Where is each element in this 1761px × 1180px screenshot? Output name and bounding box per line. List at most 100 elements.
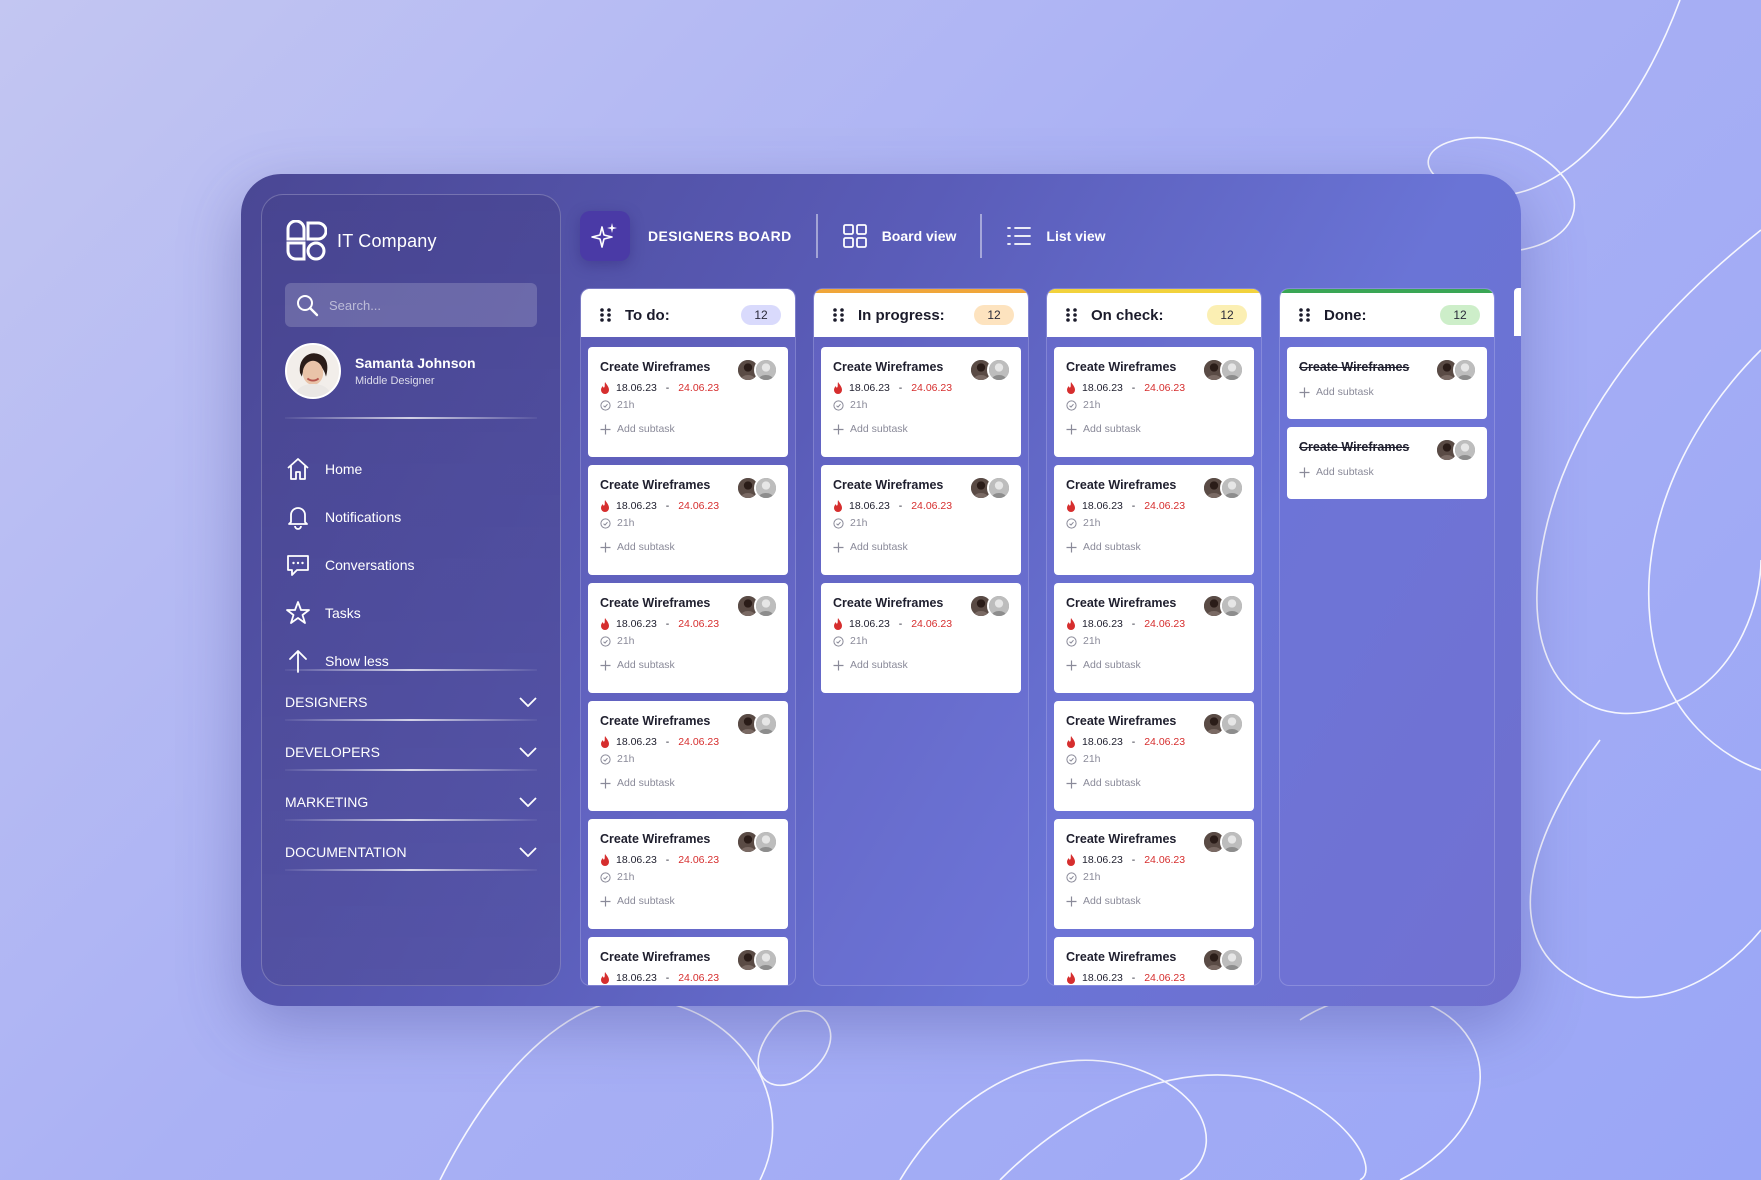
column-header[interactable]: On check: 12 <box>1047 289 1261 337</box>
add-subtask-button[interactable]: Add subtask <box>600 895 776 907</box>
task-card[interactable]: Create Wireframes18.06.23 - 24.06.2321hA… <box>1054 937 1254 985</box>
assignee-avatar[interactable] <box>1453 358 1477 382</box>
avatar[interactable] <box>285 343 341 399</box>
assignee-avatar[interactable] <box>754 594 778 618</box>
assignees[interactable] <box>1202 830 1244 854</box>
assignees[interactable] <box>969 476 1011 500</box>
drag-handle-icon[interactable] <box>832 307 846 323</box>
assignees[interactable] <box>736 594 778 618</box>
assignees[interactable] <box>1202 712 1244 736</box>
task-card[interactable]: Create Wireframes18.06.23 - 24.06.2321hA… <box>1054 819 1254 929</box>
assignee-avatar[interactable] <box>1220 594 1244 618</box>
task-card[interactable]: Create Wireframes18.06.23 - 24.06.2321hA… <box>821 465 1021 575</box>
assignee-avatar[interactable] <box>754 358 778 382</box>
assignee-avatar[interactable] <box>754 830 778 854</box>
assignees[interactable] <box>1202 476 1244 500</box>
task-card[interactable]: Create Wireframes18.06.23 - 24.06.2321hA… <box>588 819 788 929</box>
assignees[interactable] <box>1202 358 1244 382</box>
task-card[interactable]: Create Wireframes18.06.23 - 24.06.2321hA… <box>588 465 788 575</box>
assignees[interactable] <box>969 358 1011 382</box>
sidebar-item-tasks[interactable]: Tasks <box>285 589 415 637</box>
column-header[interactable]: Done: 12 <box>1280 289 1494 337</box>
assignee-avatar[interactable] <box>987 594 1011 618</box>
assignee-avatar[interactable] <box>1220 830 1244 854</box>
assignees[interactable] <box>1202 948 1244 972</box>
add-subtask-button[interactable]: Add subtask <box>833 659 1009 671</box>
task-card[interactable]: Create Wireframes Add subtask <box>1287 427 1487 499</box>
assignee-avatar[interactable] <box>1220 476 1244 500</box>
sidebar-item-home[interactable]: Home <box>285 445 415 493</box>
task-dates: 18.06.23 - 24.06.23 <box>1066 972 1242 984</box>
assignees[interactable] <box>1202 594 1244 618</box>
sidebar-item-notifications[interactable]: Notifications <box>285 493 415 541</box>
user-avatar-icon <box>287 345 339 397</box>
assignee-avatar[interactable] <box>754 476 778 500</box>
assignee-avatar[interactable] <box>1220 948 1244 972</box>
assignees[interactable] <box>736 830 778 854</box>
assignees[interactable] <box>736 358 778 382</box>
magic-button[interactable] <box>580 211 630 261</box>
column-1: In progress: 12 Create Wireframes 18.06.23 … <box>813 288 1029 986</box>
list-view-button[interactable]: List view <box>1006 223 1106 249</box>
task-dates: 18.06.23 - 24.06.23 <box>1066 382 1242 394</box>
assignee-avatar[interactable] <box>987 476 1011 500</box>
brand[interactable]: IT Company <box>285 219 437 263</box>
add-subtask-button[interactable]: Add subtask <box>1066 541 1242 553</box>
task-card[interactable]: Create Wireframes18.06.23 - 24.06.2321hA… <box>1054 465 1254 575</box>
assignee-avatar[interactable] <box>754 948 778 972</box>
start-date: 18.06.23 <box>849 382 890 394</box>
search-box[interactable] <box>285 283 537 327</box>
task-card[interactable]: Create Wireframes18.06.23 - 24.06.2321hA… <box>588 347 788 457</box>
assignees[interactable] <box>1435 438 1477 462</box>
task-card[interactable]: Create Wireframes18.06.23 - 24.06.2321hA… <box>1054 347 1254 457</box>
column-header[interactable]: To do: 12 <box>581 289 795 337</box>
add-subtask-button[interactable]: Add subtask <box>1066 777 1242 789</box>
add-subtask-button[interactable]: Add subtask <box>833 541 1009 553</box>
drag-handle-icon[interactable] <box>1065 307 1079 323</box>
task-card[interactable]: Create Wireframes18.06.23 - 24.06.2321hA… <box>1054 583 1254 693</box>
brand-name: IT Company <box>337 230 437 251</box>
user-role: Middle Designer <box>355 375 435 387</box>
task-card[interactable]: Create Wireframes18.06.23 - 24.06.2321hA… <box>821 583 1021 693</box>
add-subtask-button[interactable]: Add subtask <box>1066 895 1242 907</box>
task-card[interactable]: Create Wireframes18.06.23 - 24.06.2321hA… <box>588 583 788 693</box>
add-subtask-button[interactable]: Add subtask <box>600 541 776 553</box>
assignees[interactable] <box>736 948 778 972</box>
plus-icon <box>600 542 611 552</box>
add-subtask-button[interactable]: Add subtask <box>600 423 776 435</box>
assignees[interactable] <box>736 476 778 500</box>
date-separator: - <box>662 618 673 630</box>
assignees[interactable] <box>1435 358 1477 382</box>
user-profile[interactable]: Samanta Johnson Middle Designer <box>285 343 476 399</box>
add-subtask-button[interactable]: Add subtask <box>600 777 776 789</box>
add-subtask-button[interactable]: Add subtask <box>1299 466 1475 478</box>
assignees[interactable] <box>736 712 778 736</box>
add-subtask-button[interactable]: Add subtask <box>600 659 776 671</box>
assignees[interactable] <box>969 594 1011 618</box>
clock-icon <box>1066 517 1077 529</box>
task-card[interactable]: Create Wireframes18.06.23 - 24.06.2321hA… <box>588 701 788 811</box>
assignee-avatar[interactable] <box>987 358 1011 382</box>
start-date: 18.06.23 <box>1082 854 1123 866</box>
count-badge: 12 <box>974 305 1014 325</box>
add-subtask-button[interactable]: Add subtask <box>833 423 1009 435</box>
task-card[interactable]: Create Wireframes18.06.23 - 24.06.2321hA… <box>821 347 1021 457</box>
assignee-avatar[interactable] <box>1453 438 1477 462</box>
add-subtask-button[interactable]: Add subtask <box>1066 659 1242 671</box>
task-time: 21h <box>600 517 776 529</box>
task-card[interactable]: Create Wireframes18.06.23 - 24.06.2321hA… <box>588 937 788 985</box>
task-card[interactable]: Create Wireframes Add subtask <box>1287 347 1487 419</box>
add-subtask-button[interactable]: Add subtask <box>1066 423 1242 435</box>
drag-handle-icon[interactable] <box>599 307 613 323</box>
column-header[interactable]: In progress: 12 <box>814 289 1028 337</box>
task-time: 21h <box>833 399 1009 411</box>
add-subtask-button[interactable]: Add subtask <box>1299 386 1475 398</box>
assignee-avatar[interactable] <box>1220 358 1244 382</box>
task-card[interactable]: Create Wireframes18.06.23 - 24.06.2321hA… <box>1054 701 1254 811</box>
board-view-button[interactable]: Board view <box>842 223 956 249</box>
assignee-avatar[interactable] <box>1220 712 1244 736</box>
sidebar-item-conversations[interactable]: Conversations <box>285 541 415 589</box>
search-input[interactable] <box>329 297 529 313</box>
drag-handle-icon[interactable] <box>1298 307 1312 323</box>
assignee-avatar[interactable] <box>754 712 778 736</box>
